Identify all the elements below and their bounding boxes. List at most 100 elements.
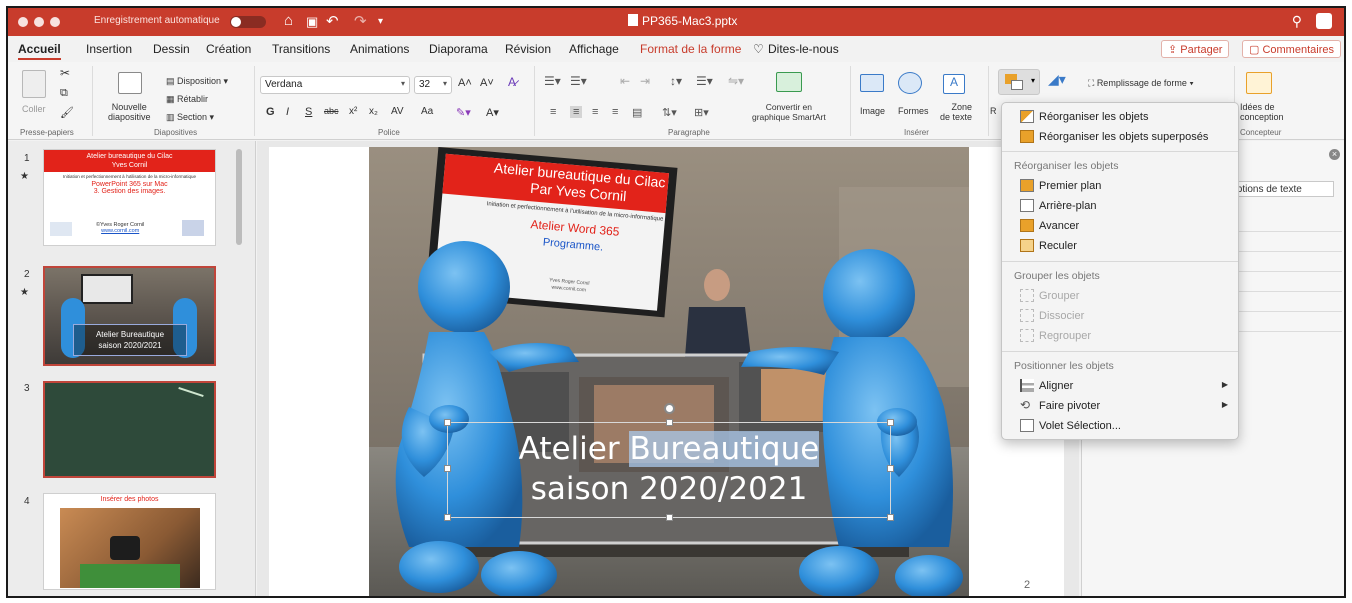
textbox-label[interactable]: Zone de texte bbox=[940, 102, 972, 122]
subscript-button[interactable]: x₂ bbox=[369, 106, 378, 117]
numbering-icon[interactable]: ☰▾ bbox=[570, 75, 587, 87]
resize-handle[interactable] bbox=[666, 419, 673, 426]
highlight-icon[interactable]: ✎▾ bbox=[456, 106, 471, 119]
resize-handle[interactable] bbox=[666, 514, 673, 521]
distribute-icon[interactable]: ▤ bbox=[632, 106, 642, 119]
slide-thumbnail-1[interactable]: Atelier bureautique du Cilac Yves Cornil … bbox=[43, 149, 216, 246]
superscript-button[interactable]: x² bbox=[349, 106, 357, 117]
menu-item-ungroup[interactable]: Dissocier bbox=[1002, 306, 1238, 326]
text-direction-icon[interactable]: ⇅▾ bbox=[662, 106, 677, 119]
tab-revision[interactable]: Révision bbox=[505, 42, 551, 56]
menu-item-forward[interactable]: Avancer bbox=[1002, 216, 1238, 236]
menu-item-align[interactable]: Aligner ▶ bbox=[1002, 376, 1238, 396]
menu-item-regroup[interactable]: Regrouper bbox=[1002, 326, 1238, 346]
format-painter-icon[interactable]: 🖌 bbox=[60, 108, 74, 119]
share-button[interactable]: ⇪ Partager bbox=[1161, 40, 1230, 58]
customize-toolbar-icon[interactable]: ▾ bbox=[378, 16, 383, 27]
resize-handle[interactable] bbox=[444, 419, 451, 426]
tab-transitions[interactable]: Transitions bbox=[272, 42, 330, 56]
shapes-icon[interactable] bbox=[898, 72, 922, 94]
tab-format-forme[interactable]: Format de la forme bbox=[640, 42, 741, 56]
user-avatar[interactable] bbox=[1316, 13, 1332, 29]
textbox-content[interactable]: Atelier Bureautique saison 2020/2021 bbox=[448, 429, 890, 509]
minimize-window-dot[interactable] bbox=[34, 17, 44, 27]
close-window-dot[interactable] bbox=[18, 17, 28, 27]
decrease-indent-icon[interactable]: ⇤ bbox=[620, 75, 630, 87]
font-name-select[interactable]: Verdana ▾ bbox=[260, 76, 410, 94]
italic-button[interactable]: I bbox=[286, 106, 289, 118]
image-icon[interactable] bbox=[860, 74, 884, 92]
justify-icon[interactable]: ≡ bbox=[612, 106, 618, 118]
copy-icon[interactable]: ⧉ bbox=[60, 88, 68, 99]
font-color-icon[interactable]: A▾ bbox=[486, 106, 499, 119]
new-slide-label[interactable]: Nouvelle diapositive bbox=[108, 102, 151, 122]
smartart-icon[interactable] bbox=[776, 72, 802, 92]
align-text-icon[interactable]: ⊞▾ bbox=[694, 106, 709, 119]
strikethrough-button[interactable]: abc bbox=[324, 106, 339, 116]
shapes-label[interactable]: Formes bbox=[898, 106, 929, 116]
shrink-font-icon[interactable]: A˅ bbox=[480, 78, 494, 89]
resize-handle[interactable] bbox=[887, 514, 894, 521]
bold-button[interactable]: G bbox=[266, 106, 275, 118]
rotate-handle[interactable] bbox=[664, 403, 675, 414]
char-spacing-button[interactable]: AV bbox=[391, 106, 404, 117]
home-icon[interactable]: ⌂ bbox=[284, 12, 293, 29]
columns-icon[interactable]: ☰▾ bbox=[696, 75, 713, 87]
shape-outline-icon[interactable]: ◢▾ bbox=[1048, 72, 1066, 86]
change-case-button[interactable]: Aa bbox=[421, 106, 433, 117]
cut-icon[interactable]: ✂ bbox=[60, 67, 70, 79]
save-icon[interactable]: ▣ bbox=[306, 14, 318, 30]
bullets-icon[interactable]: ☰▾ bbox=[544, 75, 561, 87]
text-options-tab[interactable]: Options de texte bbox=[1224, 181, 1334, 197]
tab-diaporama[interactable]: Diaporama bbox=[429, 42, 488, 56]
menu-item-backward[interactable]: Reculer bbox=[1002, 236, 1238, 256]
layout-button[interactable]: ▤ Disposition ▾ bbox=[166, 76, 228, 86]
clear-format-icon[interactable]: A̷ bbox=[508, 76, 516, 88]
autosave-toggle[interactable] bbox=[230, 16, 266, 28]
slides-scrollbar[interactable] bbox=[236, 149, 242, 245]
convert-smartart-button[interactable]: Convertir en graphique SmartArt bbox=[752, 102, 826, 122]
menu-item-send-back[interactable]: Arrière-plan bbox=[1002, 196, 1238, 216]
slide-2[interactable]: Atelier bureautique du Cilac Par Yves Cor… bbox=[269, 147, 1064, 596]
reset-button[interactable]: ▦ Rétablir bbox=[166, 94, 208, 104]
slide-thumbnail-3[interactable] bbox=[43, 381, 216, 478]
slide-thumbnail-2[interactable]: Atelier Bureautique saison 2020/2021 bbox=[43, 266, 216, 366]
design-ideas-icon[interactable] bbox=[1246, 72, 1272, 94]
menu-item-group[interactable]: Grouper bbox=[1002, 286, 1238, 306]
align-center-icon[interactable]: ≡ bbox=[570, 106, 583, 118]
underline-button[interactable]: S bbox=[305, 106, 312, 118]
zoom-window-dot[interactable] bbox=[50, 17, 60, 27]
tab-animations[interactable]: Animations bbox=[350, 42, 409, 56]
new-slide-icon[interactable] bbox=[118, 72, 142, 94]
arrange-button[interactable]: ▾ bbox=[998, 69, 1040, 95]
font-size-select[interactable]: 32 ▾ bbox=[414, 76, 452, 94]
selected-textbox[interactable]: Atelier Bureautique saison 2020/2021 bbox=[444, 403, 894, 521]
align-right-icon[interactable]: ≡ bbox=[592, 106, 598, 118]
textbox-icon[interactable]: A bbox=[943, 74, 965, 94]
search-icon[interactable]: ⚲ bbox=[1292, 13, 1302, 30]
close-icon[interactable]: × bbox=[1329, 149, 1340, 160]
line-spacing-icon[interactable]: ↕▾ bbox=[670, 75, 682, 87]
tab-accueil[interactable]: Accueil bbox=[18, 42, 61, 60]
menu-item-bring-front[interactable]: Premier plan bbox=[1002, 176, 1238, 196]
shape-fill-button[interactable]: ⛶ Remplissage de forme ▾ bbox=[1088, 78, 1194, 88]
rtl-icon[interactable]: ⇋▾ bbox=[728, 75, 744, 87]
comments-button[interactable]: ▢ Commentaires bbox=[1242, 40, 1341, 58]
tab-tell-me[interactable]: Dites-le-nous bbox=[768, 42, 839, 56]
tab-insertion[interactable]: Insertion bbox=[86, 42, 132, 56]
tab-dessin[interactable]: Dessin bbox=[153, 42, 190, 56]
tab-creation[interactable]: Création bbox=[206, 42, 251, 56]
paste-icon[interactable] bbox=[22, 70, 46, 98]
increase-indent-icon[interactable]: ⇥ bbox=[640, 75, 650, 87]
redo-icon[interactable]: ↷ bbox=[354, 12, 367, 30]
menu-item-rotate[interactable]: ⟲ Faire pivoter ▶ bbox=[1002, 396, 1238, 416]
menu-item-reorganize[interactable]: Réorganiser les objets bbox=[1002, 107, 1238, 127]
resize-handle[interactable] bbox=[887, 419, 894, 426]
align-left-icon[interactable]: ≡ bbox=[550, 106, 556, 118]
tab-affichage[interactable]: Affichage bbox=[569, 42, 619, 56]
resize-handle[interactable] bbox=[444, 514, 451, 521]
grow-font-icon[interactable]: A˄ bbox=[458, 78, 472, 89]
menu-item-reorganize-overlap[interactable]: Réorganiser les objets superposés bbox=[1002, 127, 1238, 147]
slide-thumbnail-4[interactable]: Insérer des photos bbox=[43, 493, 216, 590]
menu-item-selection-pane[interactable]: Volet Sélection... bbox=[1002, 416, 1238, 436]
